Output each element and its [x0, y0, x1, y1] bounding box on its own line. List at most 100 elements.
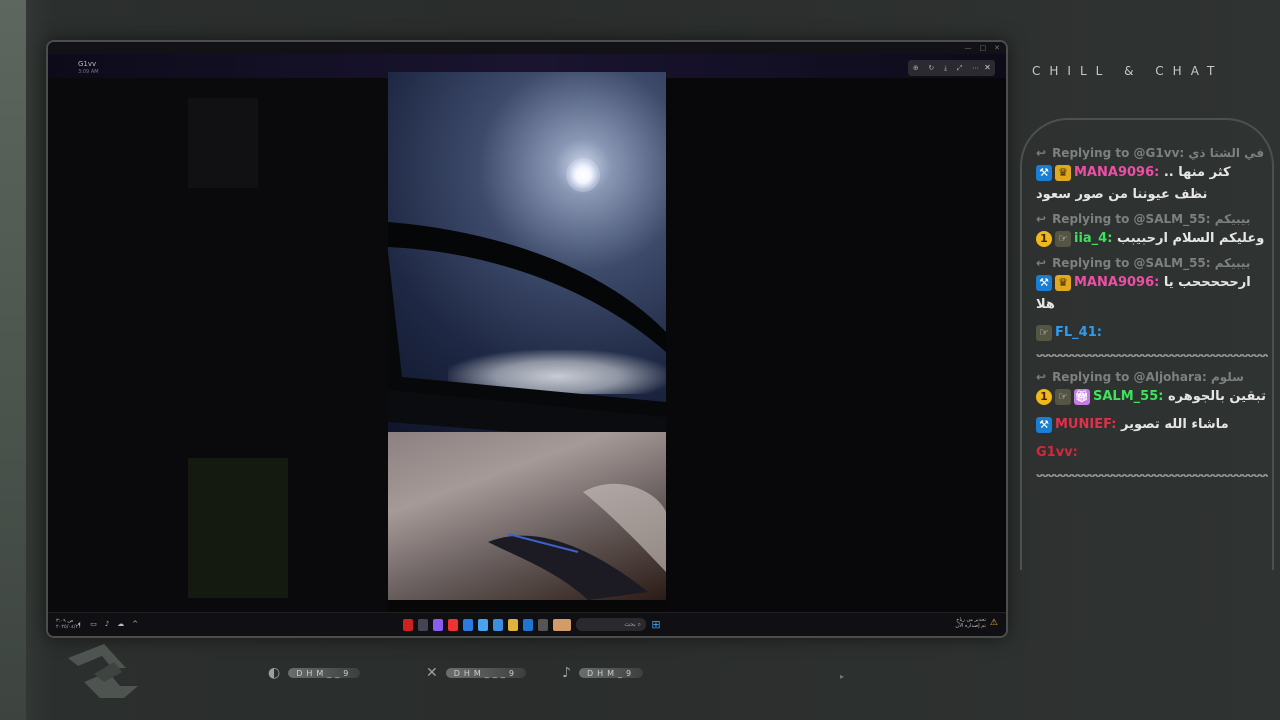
cloud-icon[interactable]: ☁	[117, 620, 124, 629]
mouse-cursor-icon: ▸	[840, 672, 845, 681]
store-icon[interactable]	[478, 618, 488, 631]
reply-arrow-icon: ↩	[1036, 146, 1047, 160]
expand-icon[interactable]: ⤢	[957, 64, 963, 73]
dimmed-app-background	[48, 78, 388, 612]
chat-divider: ᴗᴗᴗᴗᴗᴗᴗᴗᴗᴗᴗᴗᴗᴗᴗᴗᴗᴗᴗᴗᴗᴗᴗᴗᴗᴗᴗᴗᴗᴗᴗᴗᴗᴗᴗᴗᴗᴗᴗᴗ…	[1036, 350, 1268, 360]
brave-icon[interactable]	[448, 618, 458, 631]
rotate-icon[interactable]: ↻	[928, 64, 934, 72]
channel-logo	[68, 644, 138, 698]
emote-badge-icon: ☞	[1055, 230, 1071, 247]
dimmed-thumbnail	[188, 98, 258, 188]
edge-icon[interactable]	[463, 618, 473, 631]
social-handle-bar: DHM___9	[445, 668, 526, 678]
more-icon[interactable]: ⋯	[972, 64, 979, 72]
chat-text: ماشاء الله تصوير	[1120, 417, 1229, 432]
viewer-user-name: G1vv	[78, 60, 97, 68]
warning-icon: ⚠	[989, 618, 998, 628]
crown-badge-icon: ♛	[1055, 164, 1071, 181]
chat-message: ⚒ ♛ MANA9096: كثر منها .. نظف عيوننا من صو…	[1036, 162, 1268, 206]
widgets-icon[interactable]	[553, 618, 571, 631]
chat-message: 1 ☞ 🎁︎ SALM_55: تبقين بالجوهره	[1036, 386, 1268, 408]
social-x: ✕ DHM___9	[426, 664, 526, 682]
taskbar-search[interactable]: بحث ⌕	[576, 618, 646, 631]
chat-divider: ᴗᴗᴗᴗᴗᴗᴗᴗᴗᴗᴗᴗᴗᴗᴗᴗᴗᴗᴗᴗᴗᴗᴗᴗᴗᴗᴗᴗᴗᴗᴗᴗᴗᴗᴗᴗᴗᴗᴗᴗ…	[1036, 470, 1268, 480]
chat-message: ⚒ MUNIEF: ماشاء الله تصوير	[1036, 414, 1268, 436]
chat-title: CHILL & CHAT	[1032, 64, 1224, 78]
chat-username[interactable]: iia_4:	[1074, 231, 1117, 246]
app-icon-red[interactable]	[403, 618, 413, 631]
display-icon[interactable]: ▭	[90, 620, 97, 629]
chat-message: G1vv:	[1036, 442, 1268, 464]
reply-text: Replying to @SALM_55: بيبيكم	[1052, 256, 1251, 270]
maximize-icon[interactable]: □	[980, 44, 987, 52]
mic-icon[interactable]: ♪	[105, 620, 109, 629]
app-icon-blue[interactable]	[493, 618, 503, 631]
minimize-icon[interactable]: —	[965, 44, 972, 52]
chat-reply-context: ↩ Replying to @SALM_55: بيبيكم	[1036, 212, 1268, 226]
dimmed-sidebar	[666, 78, 1004, 612]
weather-notification[interactable]: تحذير من رياح تم إصداره الآن ⚠	[955, 617, 998, 629]
volume-icon[interactable]: 🔈︎	[78, 620, 82, 629]
subscriber-badge-icon: 1	[1036, 388, 1052, 405]
chat-username[interactable]: SALM_55:	[1093, 389, 1168, 404]
snapchat-icon: ◐	[268, 665, 285, 681]
system-tray: 🔈︎ ▭ ♪ ☁ ^	[78, 620, 138, 629]
tiktok-icon: ♪	[562, 665, 575, 681]
reply-arrow-icon: ↩	[1036, 212, 1047, 226]
social-handle: DHM___9	[453, 668, 518, 678]
download-icon[interactable]: ⤓	[944, 64, 947, 73]
search-icon: ⌕	[637, 620, 641, 628]
chat-username[interactable]: FL_41:	[1055, 325, 1102, 340]
chevron-up-icon[interactable]: ^	[132, 620, 138, 629]
social-handle-bar: DHM_9	[578, 668, 644, 678]
chat-message: 1 ☞ iia_4: وعليكم السلام ارحبيبب	[1036, 228, 1268, 250]
app-icon-terminal[interactable]	[418, 618, 428, 631]
social-handle: DHM__9	[296, 668, 353, 678]
search-placeholder: بحث	[624, 621, 636, 628]
chat-username[interactable]: G1vv:	[1036, 445, 1078, 460]
x-icon: ✕	[426, 665, 442, 681]
zoom-in-icon[interactable]: ⊕	[913, 64, 919, 72]
social-handle-bar: DHM__9	[288, 668, 361, 678]
app-icon-mail[interactable]	[523, 618, 533, 631]
emote-badge-icon: ☞	[1036, 324, 1052, 341]
reply-text: Replying to @G1vv: في الشتا ذي	[1052, 146, 1265, 160]
car-door-details	[488, 483, 666, 600]
emote-badge-icon: ☞	[1055, 388, 1071, 405]
windows-taskbar: ص ٣:٠٩ ٢٠٢٥/٠٤/٢١ 🔈︎ ▭ ♪ ☁ ^ بحث ⌕ ⊞ تحذ…	[48, 612, 1006, 636]
discord-icon[interactable]	[433, 618, 443, 631]
close-window-icon[interactable]: ✕	[994, 44, 1000, 52]
viewer-post-time: 3:09 AM	[78, 69, 99, 75]
moderator-badge-icon: ⚒	[1036, 416, 1052, 433]
chat-username[interactable]: MUNIEF:	[1055, 417, 1121, 432]
chat-messages: ↩ Replying to @G1vv: في الشتا ذي ⚒ ♛ MANA909…	[1036, 146, 1268, 490]
crown-badge-icon: ♛	[1055, 274, 1071, 291]
chat-username[interactable]: MANA9096:	[1074, 275, 1164, 290]
close-icon[interactable]: ✕	[980, 60, 995, 76]
viewer-toolbar: ⊕ ↻ ⤓ ⤢ ⋯	[908, 60, 984, 76]
social-handle: DHM_9	[586, 668, 636, 678]
window-controls: — □ ✕	[965, 44, 1001, 52]
subscriber-badge-icon: 1	[1036, 230, 1052, 247]
reply-text: Replying to @SALM_55: بيبيكم	[1052, 212, 1251, 226]
taskbar-apps: بحث ⌕ ⊞	[403, 618, 661, 631]
windows-start-icon[interactable]: ⊞	[651, 618, 661, 631]
chat-text: وعليكم السلام ارحبيبب	[1116, 231, 1265, 246]
chat-text: تبقين بالجوهره	[1167, 389, 1266, 404]
chat-reply-context: ↩ Replying to @SALM_55: بيبيكم	[1036, 256, 1268, 270]
notification-line2: تم إصداره الآن	[955, 623, 986, 629]
social-tiktok: ♪ DHM_9	[562, 664, 644, 682]
reply-arrow-icon: ↩	[1036, 256, 1047, 270]
chat-message: ⚒ ♛ MANA9096: ارحححححب يا هلا	[1036, 272, 1268, 316]
chat-reply-context: ↩ Replying to @Aljohara: سلوم	[1036, 370, 1268, 384]
reply-text: Replying to @Aljohara: سلوم	[1052, 370, 1244, 384]
folder-icon[interactable]	[508, 618, 518, 631]
social-snapchat: ◐ DHM__9	[268, 664, 361, 682]
reply-arrow-icon: ↩	[1036, 370, 1047, 384]
window-titlebar: — □ ✕	[48, 42, 1006, 54]
chat-message: ☞ FL_41:	[1036, 322, 1268, 344]
app-icon-grey[interactable]	[538, 618, 548, 631]
moon-sky-photo	[388, 72, 666, 600]
chat-username[interactable]: MANA9096:	[1074, 165, 1164, 180]
chat-reply-context: ↩ Replying to @G1vv: في الشتا ذي	[1036, 146, 1268, 160]
